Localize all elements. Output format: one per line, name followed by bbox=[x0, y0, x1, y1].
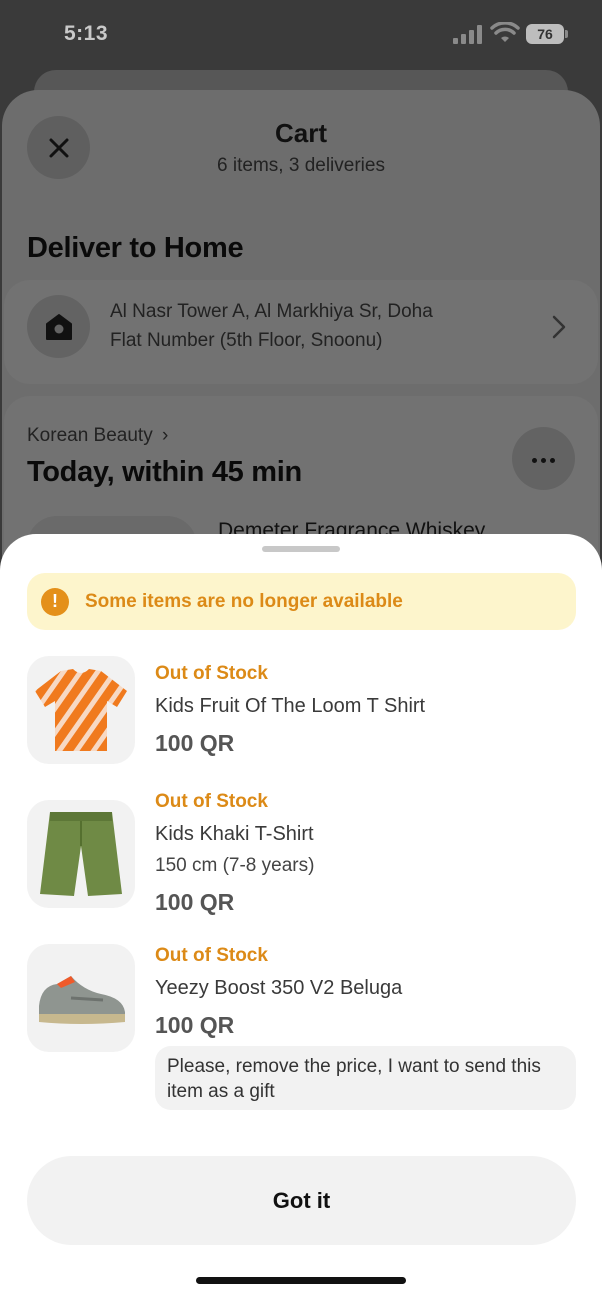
product-name: Kids Fruit Of The Loom T Shirt bbox=[155, 695, 426, 717]
sheet-grabber[interactable] bbox=[262, 546, 340, 552]
signal-icon bbox=[453, 24, 483, 44]
stock-status: Out of Stock bbox=[155, 791, 268, 812]
home-icon bbox=[45, 313, 72, 340]
product-name: Kids Khaki T-Shirt bbox=[155, 823, 314, 845]
page-title: Cart bbox=[274, 118, 327, 148]
address-line-2: Flat Number (5th Floor, Snoonu) bbox=[110, 330, 383, 351]
home-indicator[interactable] bbox=[196, 1277, 406, 1284]
delivery-time: Today, within 45 min bbox=[27, 456, 302, 488]
sneaker-icon bbox=[39, 976, 125, 1024]
stock-status: Out of Stock bbox=[155, 663, 268, 684]
product-image bbox=[27, 800, 135, 908]
more-options-button[interactable] bbox=[512, 427, 575, 490]
exclamation-icon: ! bbox=[41, 587, 69, 616]
warning-text: Some items are no longer available bbox=[85, 590, 403, 612]
product-image bbox=[27, 944, 135, 1052]
more-icon bbox=[530, 450, 557, 468]
product-variant: 150 cm (7-8 years) bbox=[155, 855, 315, 876]
wifi-icon bbox=[490, 22, 520, 42]
battery-cap bbox=[565, 30, 568, 38]
deliver-heading: Deliver to Home bbox=[27, 232, 244, 264]
warning-banner: ! Some items are no longer available bbox=[27, 573, 576, 630]
khaki-shorts-icon bbox=[40, 812, 122, 896]
product-price: 100 QR bbox=[155, 1012, 235, 1038]
stock-status: Out of Stock bbox=[155, 945, 268, 966]
battery-icon: 76 bbox=[526, 24, 564, 44]
chevron-right-icon bbox=[552, 315, 566, 339]
product-image bbox=[27, 656, 135, 764]
status-time: 5:13 bbox=[64, 22, 109, 45]
orange-tshirt-icon bbox=[35, 669, 127, 751]
address-line-1: Al Nasr Tower A, Al Markhiya Sr, Doha bbox=[110, 301, 433, 322]
got-it-button[interactable]: Got it bbox=[27, 1156, 576, 1245]
cart-summary: 6 items, 3 deliveries bbox=[217, 155, 385, 176]
product-name: Yeezy Boost 350 V2 Beluga bbox=[155, 977, 403, 999]
home-icon-wrap bbox=[27, 295, 90, 358]
product-price: 100 QR bbox=[155, 889, 235, 915]
chevron-right-icon: › bbox=[161, 425, 169, 446]
status-bar: 5:13 76 bbox=[0, 0, 602, 70]
store-name: Korean Beauty bbox=[27, 425, 153, 446]
store-link[interactable]: Korean Beauty › bbox=[27, 425, 168, 447]
product-price: 100 QR bbox=[155, 730, 235, 756]
item-note: Please, remove the price, I want to send… bbox=[155, 1046, 576, 1110]
